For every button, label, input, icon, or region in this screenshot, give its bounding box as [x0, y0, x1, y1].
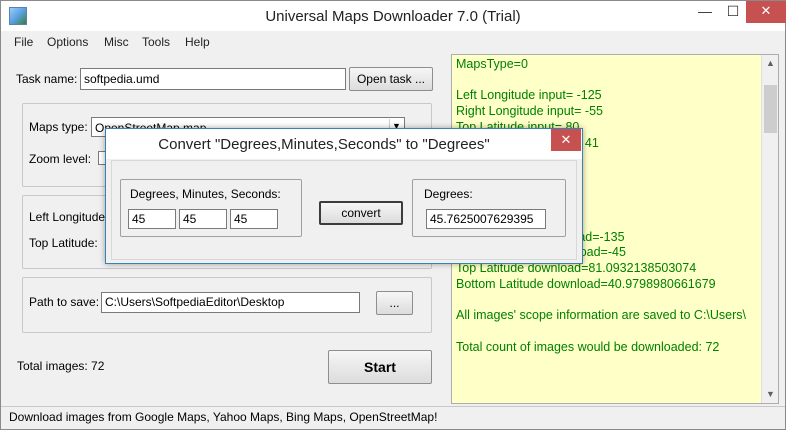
open-task-button[interactable]: Open task ... [349, 67, 433, 91]
log-line: Bottom Latitude download=40.979898066167… [456, 276, 716, 291]
status-text: Download images from Google Maps, Yahoo … [9, 410, 438, 424]
window-title: Universal Maps Downloader 7.0 (Trial) [265, 8, 521, 25]
status-bar: Download images from Google Maps, Yahoo … [1, 406, 785, 429]
task-name-input[interactable]: softpedia.umd [80, 68, 346, 90]
dialog-title-bar: Convert "Degrees,Minutes,Seconds" to "De… [106, 129, 582, 159]
path-input[interactable]: C:\Users\SoftpediaEditor\Desktop [101, 292, 360, 313]
menu-help[interactable]: Help [185, 35, 210, 49]
scroll-down-arrow-icon[interactable]: ▼ [762, 386, 778, 403]
log-line: MapsType=0 [456, 57, 528, 71]
menu-tools[interactable]: Tools [142, 35, 170, 49]
degrees-input[interactable]: 45 [128, 209, 176, 229]
menu-misc[interactable]: Misc [104, 35, 129, 49]
task-name-label: Task name: [16, 72, 78, 86]
dialog-title: Convert "Degrees,Minutes,Seconds" to "De… [158, 136, 490, 153]
result-output[interactable]: 45.7625007629395 [426, 209, 546, 229]
convert-dialog: Convert "Degrees,Minutes,Seconds" to "De… [105, 128, 583, 264]
log-line: Right Longitude input= -55 [456, 104, 603, 119]
top-latitude-label: Top Latitude: [29, 236, 98, 250]
browse-button[interactable]: ... [376, 291, 413, 315]
dialog-close-button[interactable]: ✕ [551, 129, 581, 151]
menu-bar: File Options Misc Tools Help [1, 32, 785, 52]
path-label: Path to save: [29, 295, 100, 309]
maximize-button[interactable]: ☐ [719, 1, 747, 23]
start-button[interactable]: Start [328, 350, 432, 384]
scroll-thumb[interactable] [764, 85, 777, 133]
log-line: All images' scope information are saved … [456, 308, 747, 323]
dialog-body: Degrees, Minutes, Seconds: 45 45 45 conv… [111, 160, 577, 260]
log-scrollbar[interactable]: ▲ ▼ [761, 55, 778, 403]
log-line: Left Longitude input= -125 [456, 88, 602, 103]
left-longitude-label: Left Longitude: [29, 210, 109, 224]
menu-file[interactable]: File [14, 35, 33, 49]
seconds-input[interactable]: 45 [230, 209, 278, 229]
log-line: Total count of images would be downloade… [456, 339, 720, 354]
menu-options[interactable]: Options [47, 35, 88, 49]
total-images-label: Total images: 72 [17, 359, 105, 373]
close-button[interactable]: ✕ [746, 1, 786, 23]
convert-button[interactable]: convert [319, 201, 403, 225]
dms-group-label: Degrees, Minutes, Seconds: [130, 187, 281, 201]
maps-type-label: Maps type: [29, 120, 88, 134]
minimize-button[interactable]: — [691, 1, 719, 23]
minutes-input[interactable]: 45 [179, 209, 227, 229]
scroll-up-arrow-icon[interactable]: ▲ [762, 55, 778, 72]
result-group-label: Degrees: [424, 187, 473, 201]
title-bar: Universal Maps Downloader 7.0 (Trial) — … [1, 1, 786, 31]
zoom-level-label: Zoom level: [29, 152, 92, 166]
